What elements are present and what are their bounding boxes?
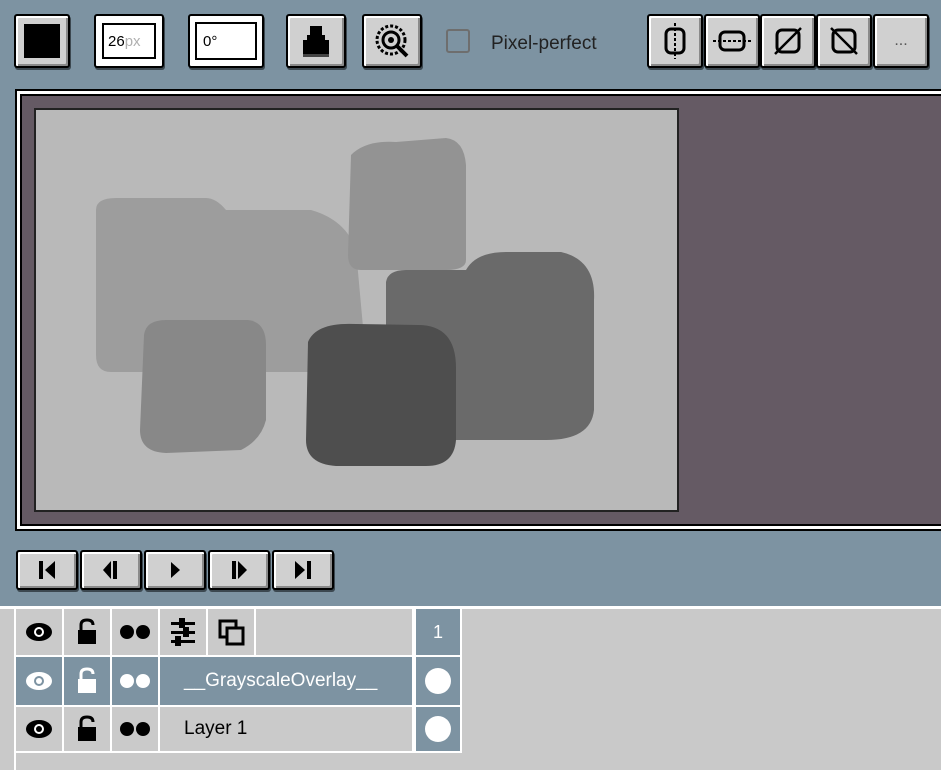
layer-lock-toggle[interactable] [64, 657, 112, 707]
frame-header[interactable]: 1 [414, 609, 462, 657]
more-options-button[interactable]: ... [873, 14, 929, 68]
toggle-all-onion-skin[interactable] [112, 609, 160, 657]
color-swatch [24, 24, 60, 58]
symmetry-diagonal-button[interactable] [760, 14, 816, 68]
last-frame-button[interactable] [272, 550, 334, 590]
ink-button[interactable] [286, 14, 346, 68]
layer-name-cell[interactable]: __GrayscaleOverlay__ [160, 657, 414, 707]
layer-name: __GrayscaleOverlay__ [184, 670, 378, 691]
sliders-icon [171, 618, 195, 646]
spray-settings-icon [375, 24, 409, 58]
previous-frame-button[interactable] [80, 550, 142, 590]
layer-cel[interactable] [414, 707, 462, 753]
layer-onion-skin-toggle[interactable] [112, 657, 160, 707]
cel-filled-dot [425, 668, 451, 694]
brush-size-unit: px [124, 32, 141, 50]
more-options-label: ... [894, 32, 908, 49]
eye-icon [26, 672, 52, 690]
symmetry-horizontal-button[interactable] [704, 14, 760, 68]
ink-bottle-icon [303, 26, 329, 57]
onion-skin-icon [120, 722, 150, 736]
unlock-icon [78, 618, 96, 644]
frame-number: 1 [432, 621, 443, 642]
skip-to-start-icon [39, 561, 55, 579]
symmetry-antidiagonal-button[interactable] [816, 14, 872, 68]
brush-settings-button[interactable] [362, 14, 422, 68]
cel-filled-dot [425, 716, 451, 742]
header-spacer [256, 609, 414, 657]
duplicate-icon [218, 619, 245, 646]
play-button[interactable] [144, 550, 206, 590]
angle-value: 0° [203, 32, 218, 50]
layer-onion-skin-toggle[interactable] [112, 707, 160, 753]
toggle-all-lock[interactable] [64, 609, 112, 657]
eye-icon [26, 720, 52, 738]
layer-name-cell[interactable]: Layer 1 [160, 707, 414, 753]
layer-visibility-toggle[interactable] [14, 707, 64, 753]
symmetry-vertical-icon [664, 23, 686, 59]
layer-lock-toggle[interactable] [64, 707, 112, 753]
step-forward-icon [232, 561, 247, 579]
layer-properties-button[interactable] [160, 609, 208, 657]
brush-size-field[interactable]: 26 px [94, 14, 164, 68]
onion-skin-icon [120, 674, 150, 688]
color-swatch-button[interactable] [14, 14, 70, 68]
angle-field[interactable]: 0° [188, 14, 264, 68]
skip-to-end-icon [295, 561, 311, 579]
next-frame-button[interactable] [208, 550, 270, 590]
new-layer-button[interactable] [208, 609, 256, 657]
symmetry-horizontal-icon [713, 30, 751, 52]
unlock-icon [78, 667, 96, 693]
canvas-area[interactable] [20, 94, 941, 526]
pixel-perfect-checkbox[interactable] [446, 29, 470, 53]
symmetry-vertical-button[interactable] [647, 14, 703, 68]
first-frame-button[interactable] [16, 550, 78, 590]
canvas-artwork [96, 138, 595, 466]
onion-skin-icon [120, 625, 150, 639]
play-icon [171, 562, 180, 578]
layer-visibility-toggle[interactable] [14, 657, 64, 707]
symmetry-diagonal-icon [774, 27, 802, 55]
toggle-all-visibility[interactable] [14, 609, 64, 657]
symmetry-antidiagonal-icon [830, 27, 858, 55]
layer-name: Layer 1 [184, 718, 248, 739]
eye-icon [26, 623, 52, 641]
unlock-icon [78, 715, 96, 741]
pixel-perfect-label: Pixel-perfect [491, 33, 597, 54]
layer-cel[interactable] [414, 657, 462, 707]
sprite-canvas[interactable] [34, 108, 679, 512]
brush-size-value: 26 [108, 32, 125, 50]
step-back-icon [103, 561, 117, 579]
timeline-left-border [14, 753, 16, 770]
